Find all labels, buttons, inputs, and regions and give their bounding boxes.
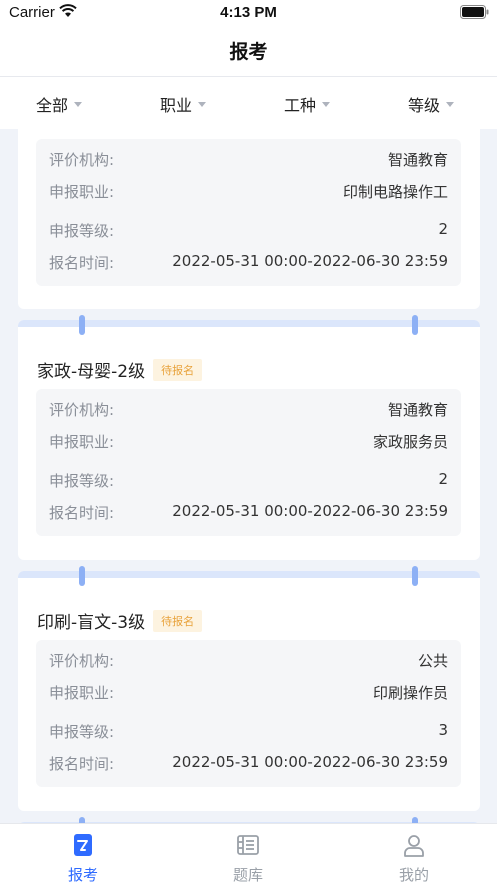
info-row-time: 报名时间: 2022-05-31 00:00-2022-06-30 23:59 (49, 753, 448, 775)
info-label: 申报等级: (49, 723, 115, 741)
caret-down-icon (198, 101, 207, 107)
info-label: 申报职业: (49, 433, 115, 451)
battery-icon (460, 5, 489, 19)
card-title: 印刷-盲文-3级 待报名 (37, 608, 203, 633)
status-time: 4:13 PM (220, 4, 277, 21)
exam-card[interactable]: 家政-母婴-2级 待报名 评价机构: 智通教育 申报职业: 家政服务员 申报等级… (18, 315, 480, 560)
info-label: 评价机构: (49, 151, 115, 169)
info-label: 申报职业: (49, 684, 115, 702)
info-value: 智通教育 (387, 151, 448, 169)
info-row-occupation: 申报职业: 印刷操作员 (49, 682, 448, 704)
filter-all[interactable]: 全部 (36, 93, 83, 115)
profile-icon (404, 835, 424, 857)
info-value: 智通教育 (387, 401, 448, 419)
binder-clip-icon (412, 315, 418, 335)
status-badge: 待报名 (153, 609, 203, 632)
tab-label: 我的 (398, 866, 429, 883)
info-row-time: 报名时间: 2022-05-31 00:00-2022-06-30 23:59 (49, 502, 448, 524)
tab-label: 报考 (67, 866, 98, 883)
info-value: 2022-05-31 00:00-2022-06-30 23:59 (172, 753, 448, 771)
info-row-occupation: 申报职业: 印制电路操作工 (49, 181, 448, 203)
card-title: 家政-母婴-2级 待报名 (37, 357, 203, 382)
info-box: 评价机构: 智通教育 申报职业: 家政服务员 申报等级: 2 报名时间: 202… (36, 389, 461, 536)
tab-question-bank[interactable]: 题库 (198, 824, 298, 883)
tab-bar: 报考 题库 我的 (0, 823, 497, 883)
filter-bar: 全部 职业 工种 等级 (0, 77, 497, 129)
info-row-level: 申报等级: 3 (49, 721, 448, 743)
info-value: 2022-05-31 00:00-2022-06-30 23:59 (172, 252, 448, 270)
filter-label: 工种 (284, 96, 317, 115)
exam-list[interactable]: 评价机构: 智通教育 申报职业: 印制电路操作工 申报等级: 2 报名时间: 2… (0, 129, 497, 823)
page-title: 报考 (229, 41, 268, 63)
info-row-org: 评价机构: 公共 (49, 650, 448, 672)
info-label: 评价机构: (49, 652, 115, 670)
info-label: 报名时间: (49, 755, 115, 773)
info-label: 申报等级: (49, 472, 115, 490)
info-value: 公共 (417, 652, 448, 670)
filter-occupation[interactable]: 职业 (160, 93, 207, 115)
filter-label: 等级 (408, 96, 441, 115)
info-label: 申报职业: (49, 183, 115, 201)
filter-label: 职业 (160, 96, 193, 115)
binder-clip-icon (412, 566, 418, 586)
caret-down-icon (322, 101, 331, 107)
info-label: 申报等级: (49, 222, 115, 240)
tab-exam[interactable]: 报考 (33, 824, 133, 883)
binder-clip-icon (79, 315, 85, 335)
header: Carrier 4:13 PM 报考 (0, 0, 497, 77)
info-value: 3 (438, 721, 448, 739)
binder-clip-icon (79, 566, 85, 586)
info-row-occupation: 申报职业: 家政服务员 (49, 431, 448, 453)
status-bar: Carrier 4:13 PM (0, 0, 497, 26)
card-title-text: 家政-母婴-2级 (37, 362, 146, 382)
info-value: 2022-05-31 00:00-2022-06-30 23:59 (172, 502, 448, 520)
info-row-level: 申报等级: 2 (49, 220, 448, 242)
tab-profile[interactable]: 我的 (364, 824, 464, 883)
card-binding-strip (18, 320, 480, 327)
info-label: 报名时间: (49, 254, 115, 272)
info-row-org: 评价机构: 智通教育 (49, 399, 448, 421)
info-label: 评价机构: (49, 401, 115, 419)
filter-label: 全部 (36, 96, 69, 115)
info-value: 2 (438, 470, 448, 488)
card-title-text: 印刷-盲文-3级 (37, 613, 146, 633)
info-row-level: 申报等级: 2 (49, 470, 448, 492)
caret-down-icon (446, 101, 455, 107)
card-binding-strip (18, 571, 480, 578)
info-box: 评价机构: 公共 申报职业: 印刷操作员 申报等级: 3 报名时间: 2022-… (36, 640, 461, 787)
tab-label: 题库 (232, 866, 263, 883)
info-value: 印制电路操作工 (342, 183, 448, 201)
caret-down-icon (74, 101, 83, 107)
info-box: 评价机构: 智通教育 申报职业: 印制电路操作工 申报等级: 2 报名时间: 2… (36, 139, 461, 286)
exam-icon (74, 834, 92, 856)
filter-job-type[interactable]: 工种 (284, 93, 331, 115)
info-row-org: 评价机构: 智通教育 (49, 149, 448, 171)
info-value: 2 (438, 220, 448, 238)
exam-card[interactable]: 评价机构: 智通教育 申报职业: 印制电路操作工 申报等级: 2 报名时间: 2… (18, 129, 480, 309)
info-label: 报名时间: (49, 504, 115, 522)
info-value: 印刷操作员 (372, 684, 448, 702)
exam-card[interactable]: 印刷-盲文-3级 待报名 评价机构: 公共 申报职业: 印刷操作员 申报等级: … (18, 566, 480, 811)
question-bank-icon (237, 835, 259, 855)
info-row-time: 报名时间: 2022-05-31 00:00-2022-06-30 23:59 (49, 252, 448, 274)
info-value: 家政服务员 (372, 433, 448, 451)
status-badge: 待报名 (153, 358, 203, 381)
filter-level[interactable]: 等级 (408, 93, 455, 115)
